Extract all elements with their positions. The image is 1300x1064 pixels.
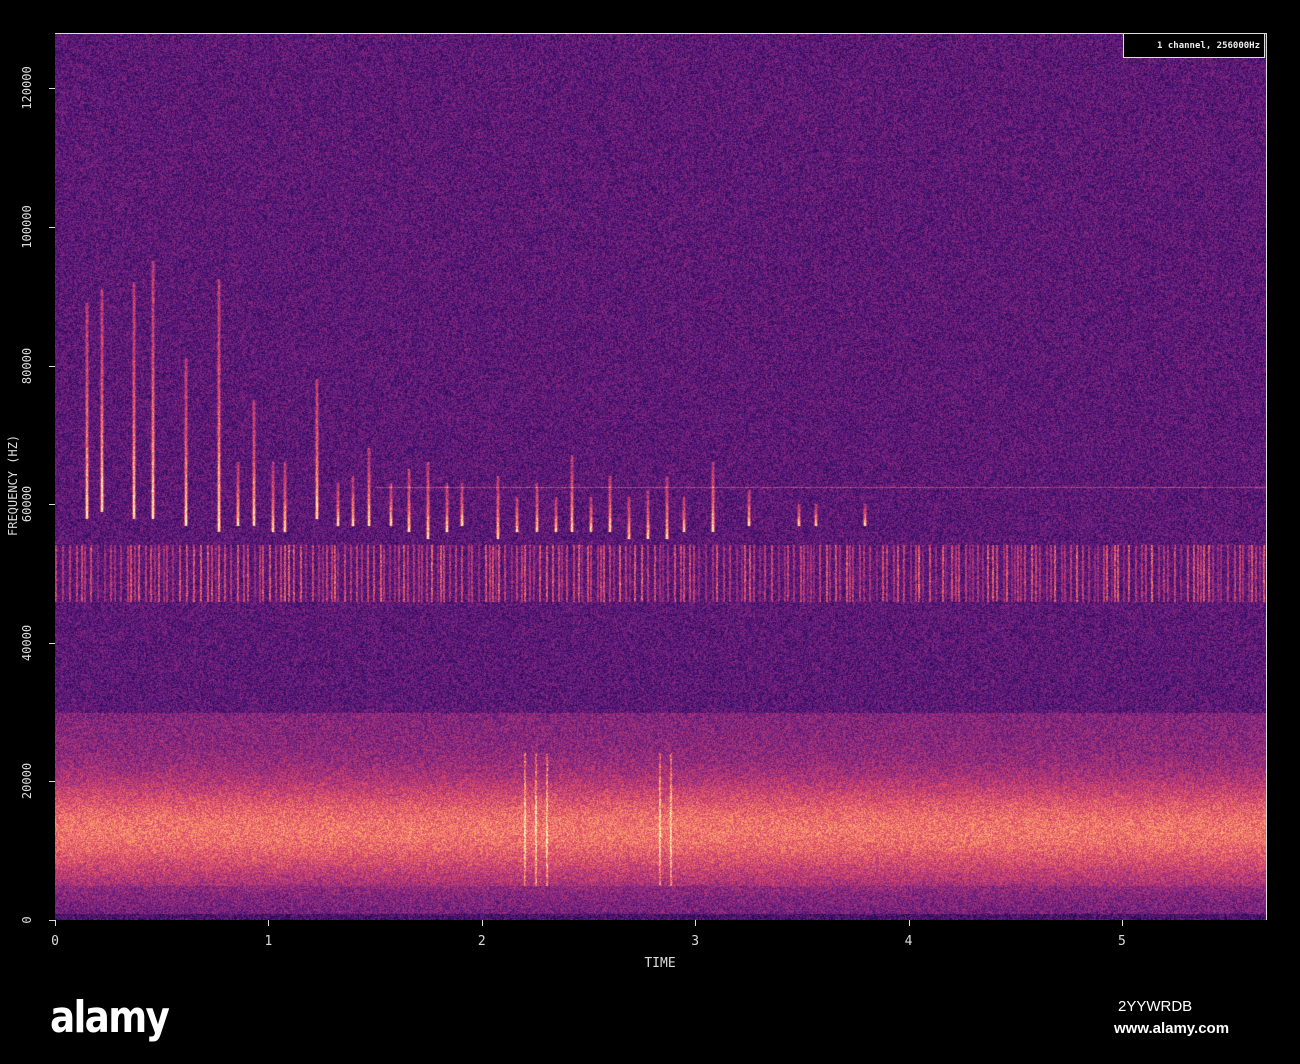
- x-tick-mark: [695, 920, 697, 926]
- y-tick-mark: [49, 920, 55, 921]
- x-axis-title: TIME: [644, 956, 676, 971]
- y-tick-mark: [49, 88, 55, 90]
- y-tick-label: 0: [20, 916, 34, 924]
- x-tick-mark: [1121, 920, 1123, 926]
- x-tick-mark: [481, 920, 483, 926]
- x-tick-label: 2: [477, 934, 486, 949]
- y-tick-label: 100000: [20, 205, 34, 249]
- y-tick-mark: [49, 642, 55, 644]
- y-axis-title: FREQUENCY (HZ): [6, 434, 20, 536]
- x-tick-mark: [55, 920, 56, 926]
- y-tick-label: 60000: [20, 486, 34, 523]
- x-tick-label: 3: [691, 934, 700, 949]
- y-tick-label: 40000: [20, 624, 34, 661]
- x-tick-label: 1: [264, 934, 273, 949]
- x-tick-label: 4: [904, 934, 913, 949]
- legend: 1 channel, 256000Hz: [1123, 33, 1265, 58]
- footer-brand-logo: alamy: [50, 992, 170, 1043]
- spectrogram-heatmap: [55, 33, 1267, 920]
- footer-url: www.alamy.com: [1114, 1020, 1230, 1037]
- y-tick-label: 20000: [20, 763, 34, 800]
- x-tick-mark: [908, 920, 910, 926]
- y-tick-mark: [49, 781, 55, 783]
- footer-image-code: 2YYWRDB: [1118, 998, 1193, 1015]
- x-tick-label: 5: [1117, 934, 1126, 949]
- y-tick-label: 80000: [20, 347, 34, 384]
- x-tick-mark: [268, 920, 270, 926]
- y-tick-mark: [49, 365, 55, 367]
- y-tick-mark: [49, 504, 55, 506]
- y-tick-label: 120000: [20, 66, 34, 111]
- y-tick-mark: [49, 227, 55, 229]
- x-tick-label: 0: [51, 934, 59, 949]
